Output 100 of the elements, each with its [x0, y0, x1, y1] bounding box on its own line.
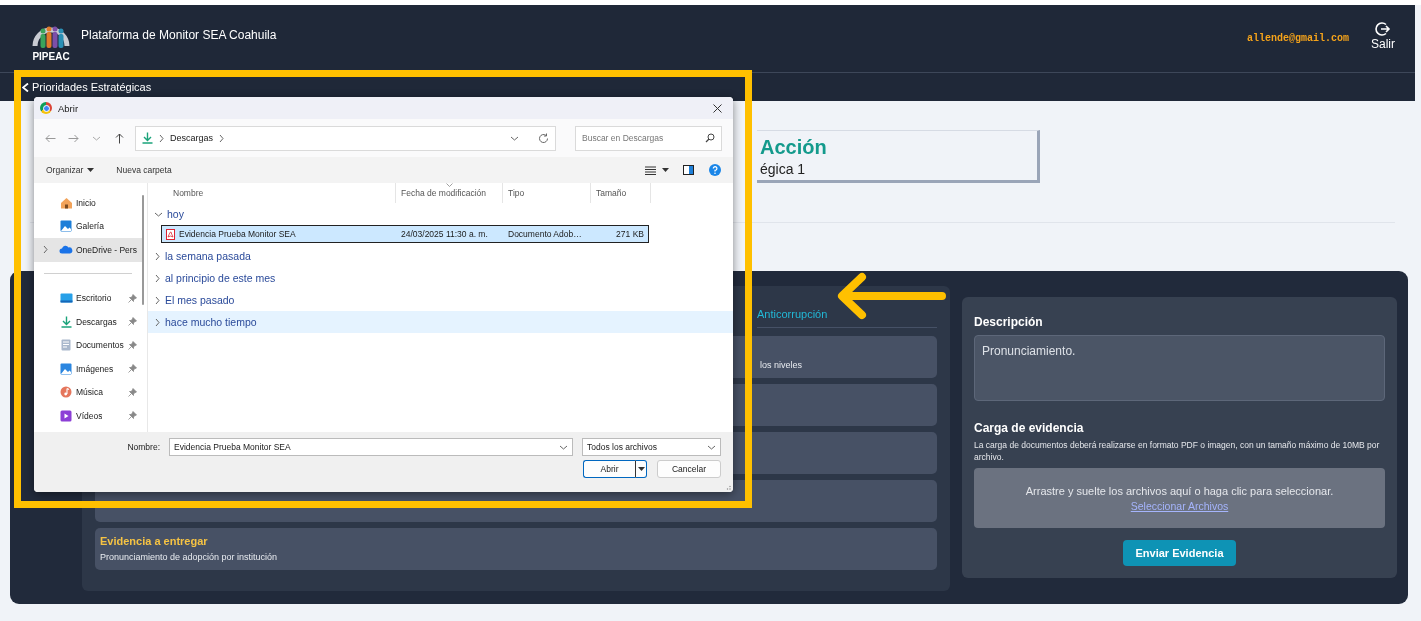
picture-icon	[60, 362, 72, 375]
nav-item[interactable]: Descargas	[34, 310, 142, 334]
chevron-down-icon[interactable]	[510, 134, 519, 142]
group-label: hace mucho tiempo	[165, 316, 257, 328]
filename-field[interactable]: Evidencia Prueba Monitor SEA	[169, 438, 573, 456]
group-header[interactable]: El mes pasado	[148, 289, 733, 311]
pin-icon	[128, 364, 137, 373]
pin-icon	[128, 340, 137, 350]
open-menu-button[interactable]	[635, 460, 647, 478]
breadcrumb-item[interactable]: Descargas	[170, 133, 214, 143]
group-header[interactable]: la semana pasada	[148, 245, 733, 267]
logout-icon	[1375, 20, 1391, 37]
group-label: la semana pasada	[165, 250, 251, 262]
home-icon	[59, 196, 73, 209]
card-subtitle: égica 1	[760, 161, 807, 177]
group-label: hoy	[167, 208, 184, 220]
nav-label: Inicio	[76, 197, 96, 208]
column-header[interactable]: Tamaño	[591, 183, 651, 203]
site-title: Plataforma de Monitor SEA Coahuila	[81, 27, 277, 42]
caret-icon	[87, 168, 95, 172]
nav-item[interactable]: Imágenes	[34, 357, 142, 381]
chevron-down-icon	[707, 443, 716, 451]
breadcrumb-link[interactable]: Anticorrupción	[757, 308, 828, 320]
submit-button[interactable]: Enviar Evidencia	[1123, 540, 1236, 566]
nav-item[interactable]: OneDrive - Pers	[34, 238, 142, 262]
upload-title: Carga de evidencia	[974, 421, 1085, 435]
pin-icon	[128, 293, 137, 303]
search-icon	[705, 132, 715, 143]
picture-icon	[60, 220, 72, 233]
card-description: los niveles	[760, 360, 804, 370]
card-description: Pronunciamiento de adopción por institución	[100, 552, 279, 562]
dialog-title: Abrir	[58, 102, 79, 114]
nav-label: Descargas	[76, 316, 117, 327]
caret-icon	[637, 467, 645, 471]
nav-item[interactable]: Galería	[34, 214, 142, 238]
refresh-icon[interactable]	[538, 132, 549, 144]
resize-grip-icon[interactable]	[725, 484, 731, 490]
nav-item[interactable]: Vídeos	[34, 404, 142, 428]
group-label: al principio de este mes	[165, 272, 276, 284]
group-header[interactable]: hace mucho tiempo	[148, 311, 733, 333]
nav-label: Música	[76, 387, 103, 398]
filename-label: Nombre:	[127, 442, 160, 452]
monitor-icon	[59, 293, 73, 304]
file-size: 271 KB	[615, 229, 645, 239]
card-title: Acción	[760, 135, 828, 159]
search-field[interactable]: Buscar en Descargas	[575, 125, 722, 151]
cloud-icon	[59, 245, 73, 255]
user-email: allende@gmail.com	[1246, 33, 1349, 44]
nav-item[interactable]: Escritorio	[34, 286, 142, 310]
nav-label: OneDrive - Pers	[76, 244, 137, 255]
group-header[interactable]: hoy	[148, 203, 733, 225]
pin-icon	[128, 387, 137, 397]
file-type-dropdown[interactable]: Todos los archivos	[582, 438, 721, 456]
help-button[interactable]	[709, 164, 721, 176]
group-header[interactable]: al principio de este mes	[148, 267, 733, 289]
file-row[interactable]: Evidencia Prueba Monitor SEA 24/03/2025 11:30 a. m. Documento Adob… 271 KB	[161, 225, 649, 243]
preview-pane-button[interactable]	[683, 165, 694, 175]
chevron-icon	[154, 273, 161, 283]
list-view-icon	[645, 165, 656, 175]
chevron-down-icon	[91, 134, 101, 142]
chevron-icon	[218, 133, 226, 143]
file-name: Evidencia Prueba Monitor SEA	[179, 229, 296, 239]
view-button[interactable]	[645, 165, 669, 175]
open-button[interactable]: Abrir	[583, 460, 635, 478]
group-label: El mes pasado	[165, 294, 235, 306]
nav-item[interactable]: Música	[34, 380, 142, 404]
chevron-icon	[154, 295, 161, 305]
help-icon	[709, 164, 721, 176]
download-icon	[60, 315, 72, 328]
nav-label: Galería	[76, 221, 104, 232]
cancel-button[interactable]: Cancelar	[657, 460, 721, 478]
chevron-down-icon	[559, 443, 568, 451]
logout-button[interactable]: Salir	[1371, 20, 1395, 51]
music-note-icon	[60, 386, 72, 399]
address-bar[interactable]: Descargas	[135, 125, 556, 151]
chevron-icon	[154, 251, 161, 261]
description-label: Descripción	[974, 315, 1044, 329]
chevron-icon	[154, 317, 161, 327]
dropzone[interactable]: Arrastre y suelte los archivos aquí o haga clic para seleccionar. Seleccionar Archivos	[974, 468, 1385, 528]
column-header[interactable]: Nombre	[148, 183, 396, 203]
forward-arrow-icon	[67, 133, 79, 143]
file-date: 24/03/2025 11:30 a. m.	[400, 229, 489, 239]
chevron-icon	[158, 133, 165, 143]
nav-label: Escritorio	[76, 293, 112, 304]
play-icon	[60, 409, 72, 422]
nav-label: Documentos	[76, 340, 124, 351]
nav-item[interactable]: Documentos	[34, 333, 142, 357]
description-field[interactable]: Pronunciamiento.	[974, 335, 1385, 401]
file-type: Documento Adob…	[507, 229, 583, 239]
new-folder-button[interactable]: Nueva carpeta	[116, 165, 172, 175]
organize-button[interactable]: Organizar	[46, 165, 95, 175]
document-icon	[61, 339, 71, 352]
nav-item[interactable]: Inicio	[34, 191, 142, 215]
chevron-icon[interactable]	[42, 245, 49, 255]
column-header[interactable]: Tipo	[503, 183, 591, 203]
back-link[interactable]: Prioridades Estratégicas	[22, 81, 152, 93]
upload-note: La carga de documentos deberá realizarse en formato PDF o imagen, con un tamaño máximo de 10MB por archivo.	[974, 439, 1381, 463]
column-header[interactable]: Fecha de modificación	[396, 183, 503, 203]
dropzone-text: Arrastre y suelte los archivos aquí o haga clic para seleccionar.	[1025, 484, 1334, 497]
pin-icon	[128, 317, 137, 326]
